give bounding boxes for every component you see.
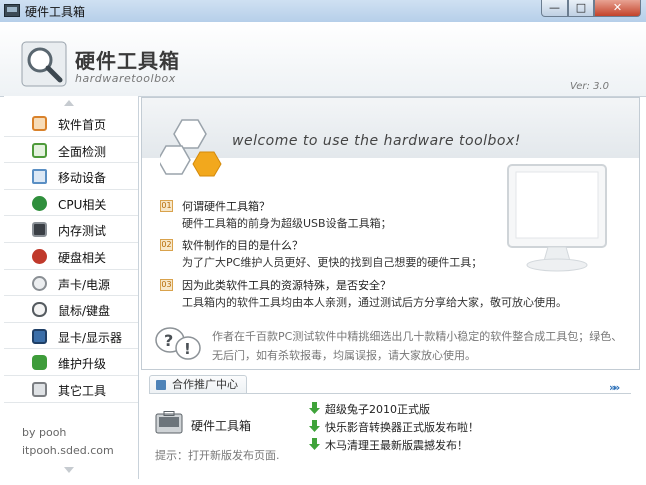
green-download-arrow-icon	[309, 438, 320, 450]
sidebar-item-label: 鼠标/键盘	[58, 304, 111, 319]
svg-text:?: ?	[164, 331, 173, 350]
sidebar-item-sound-power[interactable]: 声卡/电源	[4, 270, 138, 297]
sound-icon	[32, 275, 47, 291]
toolbox-product-icon	[155, 411, 183, 434]
qa-question: 何谓硬件工具箱？	[182, 200, 270, 213]
author-site: itpooh.sded.com	[22, 444, 114, 457]
memory-icon	[32, 222, 47, 238]
hint-text: 提示：打开新版发布页面.	[155, 449, 280, 462]
sidebar-item-mobile[interactable]: 移动设备	[4, 163, 138, 190]
sidebar-item-full-check[interactable]: 全面检测	[4, 137, 138, 164]
partner-panel: 合作推广中心 »» 硬件工具箱 提示：打开新版发布页面. 超级兔子2010正式版…	[141, 373, 640, 479]
usb-device-icon	[32, 169, 47, 185]
sidebar-item-memory[interactable]: 内存测试	[4, 216, 138, 243]
minimize-button[interactable]: —	[541, 0, 568, 17]
qa-answer: 工具箱内的软件工具均由本人亲测，通过测试后方分享给大家，敬可放心使用。	[182, 296, 567, 309]
monitor-illustration-icon	[507, 164, 607, 272]
qa-number: 02	[160, 239, 173, 251]
qa-answer: 为了广大PC维护人员更好、更快的找到自己想要的硬件工具；	[182, 256, 483, 269]
close-button[interactable]: ✕	[594, 0, 641, 17]
sidebar-item-label: 软件首页	[58, 118, 107, 132]
sidebar-item-home[interactable]: 软件首页	[4, 110, 138, 137]
version-label: Ver: 3.0	[570, 81, 609, 92]
sidebar-item-other-tools[interactable]: 其它工具	[4, 376, 138, 403]
sidebar-item-label: 全面检测	[58, 144, 107, 159]
app-header: 硬件工具箱 hardwaretoolbox Ver: 3.0	[0, 22, 646, 97]
app-icon	[4, 4, 20, 17]
author-credit: by pooh itpooh.sded.com	[22, 424, 114, 460]
checklist-icon	[32, 142, 47, 158]
news-text: 木马清理王最新版震撼发布！	[325, 439, 468, 452]
tools-icon	[32, 381, 47, 397]
home-icon	[32, 116, 47, 131]
qa-answer: 硬件工具箱的前身为超级USB设备工具箱；	[182, 217, 392, 230]
qa-number: 01	[160, 200, 173, 212]
more-double-arrow-icon[interactable]: »»	[609, 381, 620, 394]
mouse-icon	[32, 302, 47, 318]
product-link[interactable]: 硬件工具箱	[191, 417, 251, 434]
sidebar-item-display[interactable]: 显卡/显示器	[4, 323, 138, 350]
welcome-text: welcome to use the hardware toolbox!	[232, 133, 521, 149]
sidebar-item-cpu[interactable]: CPU相关	[4, 190, 138, 217]
svg-text:!: !	[184, 340, 191, 358]
green-download-arrow-icon	[309, 402, 320, 414]
sidebar-item-harddisk[interactable]: 硬盘相关	[4, 243, 138, 270]
sidebar-scroll-up-icon[interactable]	[64, 100, 74, 106]
sidebar-item-label: 内存测试	[58, 224, 107, 239]
qa-number: 03	[160, 279, 173, 291]
green-download-arrow-icon	[309, 420, 320, 432]
window-titlebar[interactable]: 硬件工具箱 — □ ✕	[0, 0, 646, 23]
sidebar-item-label: 声卡/电源	[58, 277, 111, 292]
hexagon-logo-icon	[160, 119, 222, 177]
sidebar: 软件首页 全面检测 移动设备 CPU相关 内存测试 硬盘相关 声卡/电源 鼠标/…	[4, 96, 139, 479]
welcome-panel: welcome to use the hardware toolbox! 01 …	[141, 97, 640, 370]
news-text: 快乐影音转换器正式版发布啦！	[325, 421, 479, 434]
qa-question: 软件制作的目的是什么？	[182, 239, 303, 252]
monitor-icon	[32, 328, 47, 344]
partner-tab-icon	[156, 380, 166, 390]
sidebar-item-mouse-keyboard[interactable]: 鼠标/键盘	[4, 296, 138, 323]
sidebar-item-label: CPU相关	[58, 197, 107, 212]
sidebar-item-update[interactable]: 维护升级	[4, 349, 138, 376]
partner-divider	[149, 393, 631, 394]
question-exclamation-icon: ? !	[155, 327, 201, 360]
harddisk-icon	[32, 248, 47, 264]
magnifier-logo-icon	[21, 41, 67, 87]
tab-partner-center[interactable]: 合作推广中心	[149, 375, 247, 394]
sidebar-item-label: 其它工具	[58, 383, 107, 398]
partner-tab-label: 合作推广中心	[172, 378, 238, 391]
brand-title: 硬件工具箱	[75, 49, 180, 73]
disclaimer-text: 作者在千百款PC测试软件中精挑细选出几十款精小稳定的软件整合成工具包；绿色、无后…	[212, 330, 623, 362]
sidebar-item-label: 硬盘相关	[58, 250, 107, 265]
sidebar-item-label: 维护升级	[58, 357, 107, 372]
sidebar-item-label: 移动设备	[58, 171, 107, 186]
update-icon	[32, 355, 47, 371]
qa-question: 因为此类软件工具的资源特殊，是否安全？	[182, 279, 391, 292]
sidebar-scroll-down-icon[interactable]	[64, 467, 74, 473]
maximize-button[interactable]: □	[568, 0, 594, 17]
window-title: 硬件工具箱	[25, 5, 86, 19]
cpu-icon	[32, 195, 47, 211]
brand-subtitle: hardwaretoolbox	[75, 72, 176, 85]
sidebar-item-label: 显卡/显示器	[58, 330, 123, 345]
news-text: 超级兔子2010正式版	[325, 403, 430, 416]
sidebar-nav: 软件首页 全面检测 移动设备 CPU相关 内存测试 硬盘相关 声卡/电源 鼠标/…	[4, 110, 138, 403]
author-by: by pooh	[22, 426, 67, 439]
